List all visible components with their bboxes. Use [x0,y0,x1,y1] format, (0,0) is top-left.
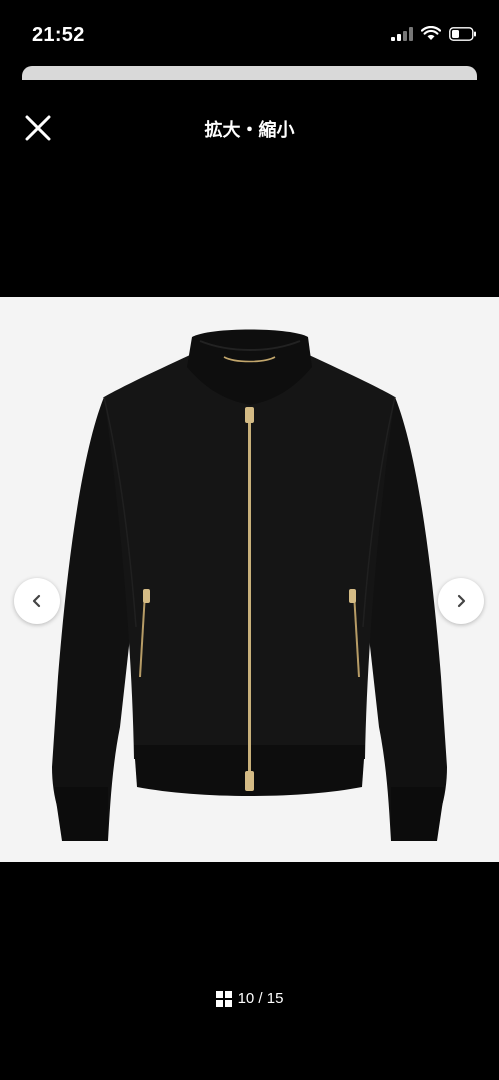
previous-image-button[interactable] [14,578,60,624]
signal-icon [391,26,413,41]
viewer-header: 拡大・縮小 [0,96,499,160]
chevron-left-icon [32,594,41,608]
image-counter: 10 / 15 [237,990,284,1007]
status-bar: 21:52 [0,0,499,64]
wifi-icon [421,26,441,40]
page-title: 拡大・縮小 [204,120,295,140]
status-time: 21:52 [32,24,85,46]
image-pager[interactable]: 10 / 15 [0,990,499,1007]
next-image-button[interactable] [438,578,484,624]
status-icons [391,26,477,41]
grid-icon [215,990,232,1007]
battery-icon [449,26,476,41]
chevron-right-icon [457,594,466,608]
product-image[interactable] [0,297,499,862]
sheet-handle [22,66,477,80]
jacket-image [0,297,499,862]
